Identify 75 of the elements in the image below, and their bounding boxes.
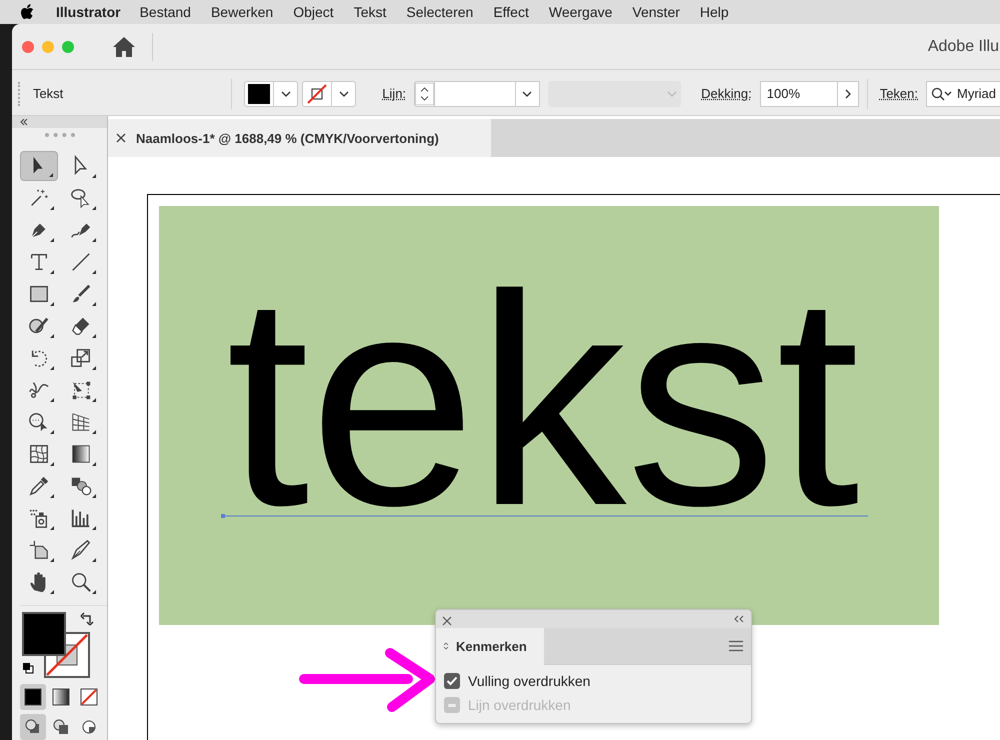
close-button[interactable] [22, 40, 34, 52]
menu-item[interactable]: Tekst [354, 4, 386, 20]
menu-item[interactable]: Selecteren [406, 4, 474, 20]
color-mode-button[interactable] [20, 684, 46, 710]
checkbox[interactable] [444, 673, 460, 689]
gradient-icon [52, 688, 70, 706]
document-title: Naamloos-1* @ 1688,49 % (CMYK/Voorvertoning) [136, 130, 439, 146]
opacity-label: Dekking: [701, 86, 752, 101]
knife-icon [70, 538, 92, 561]
menu-item[interactable]: Help [700, 4, 729, 20]
character-label: Teken: [880, 86, 918, 101]
stroke-color-dropdown[interactable] [302, 80, 356, 106]
lasso-arrow-icon [70, 186, 92, 209]
opacity-field[interactable]: 100% [760, 80, 838, 106]
scale-icon [70, 346, 92, 369]
stroke-weight-field[interactable] [435, 80, 540, 106]
mesh-icon [28, 442, 50, 465]
checkbox-label: Lijn overdrukken [468, 697, 571, 713]
tool-button[interactable] [20, 150, 58, 181]
font-field[interactable]: Myriad [926, 80, 1000, 106]
menu-item[interactable]: Weergave [548, 4, 612, 20]
eyedropper-icon [28, 474, 50, 497]
menu-item[interactable]: Bestand [140, 4, 191, 20]
menu-app-name[interactable]: Illustrator [56, 4, 121, 20]
menu-icon[interactable] [729, 640, 743, 652]
menu-item[interactable]: Effect [493, 4, 529, 20]
window-title: Adobe Illu [928, 38, 999, 56]
line-icon [70, 250, 92, 273]
fill-color-dropdown[interactable] [244, 80, 298, 106]
grip-handle[interactable] [18, 82, 21, 106]
menu-item[interactable]: Object [293, 4, 334, 20]
font-name: Myriad [957, 86, 996, 101]
expand-button[interactable] [838, 80, 859, 106]
up-down-arrows-icon [443, 641, 449, 651]
artboard-text: tekst [226, 288, 861, 513]
menu-item[interactable]: Bewerken [210, 4, 274, 20]
magnifier-icon [70, 570, 92, 593]
home-icon[interactable] [112, 36, 136, 58]
gradient-icon [70, 442, 92, 465]
perspective-grid-icon [70, 410, 92, 433]
default-colors-icon[interactable] [22, 662, 34, 674]
menu-item[interactable]: Venster [632, 4, 680, 20]
stepper-arrows-icon[interactable] [414, 80, 436, 106]
panel-tab-label: Kenmerken [456, 638, 527, 654]
draw-normal-icon [24, 718, 42, 736]
stroke-label: Lijn: [382, 86, 406, 101]
apple-logo-icon [20, 4, 34, 20]
bubbles-arrow-icon [28, 410, 50, 433]
artboard-icon [28, 538, 50, 561]
fill-swatch[interactable] [22, 612, 66, 656]
checkmark-icon [446, 676, 458, 686]
close-icon [442, 616, 452, 626]
no-stroke-icon [305, 82, 330, 104]
panel-tab[interactable]: Kenmerken [436, 628, 544, 664]
dash-icon [448, 704, 456, 706]
caret-icon [338, 90, 349, 96]
brush-icon [70, 282, 92, 305]
no-color-icon [80, 688, 98, 706]
solid-color-icon [24, 688, 42, 706]
draw-mode-button[interactable] [20, 714, 46, 740]
collapse-icon[interactable] [733, 615, 745, 623]
draw-behind-icon [52, 718, 70, 736]
selection-label: Tekst [32, 86, 64, 101]
panel-close-button[interactable] [442, 614, 452, 624]
collapse-icon[interactable] [20, 119, 28, 125]
draw-inside-icon [80, 718, 98, 736]
checkbox-label: Vulling overdrukken [468, 673, 590, 689]
caret-icon [667, 90, 678, 96]
close-icon[interactable] [116, 133, 126, 143]
swap-arrow-icon[interactable] [80, 612, 94, 626]
caret-icon [280, 90, 291, 96]
search-icon [931, 86, 953, 100]
caret-icon [522, 90, 532, 96]
document-tab[interactable]: Naamloos-1* @ 1688,49 % (CMYK/Voorvertoning) [108, 119, 491, 157]
chevron-right-icon [844, 88, 851, 98]
